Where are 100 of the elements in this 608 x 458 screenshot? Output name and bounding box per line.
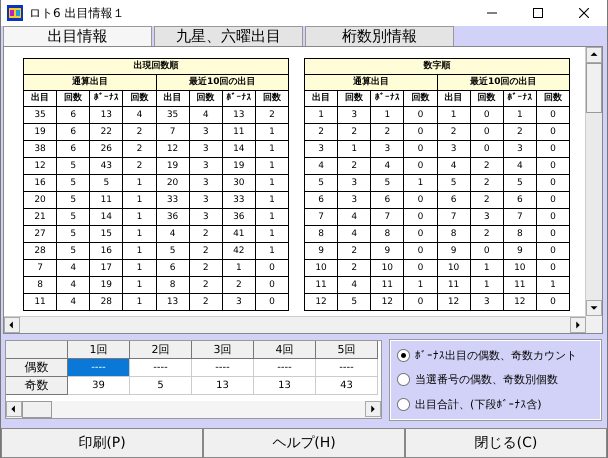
table-cell: 1 <box>255 124 288 140</box>
grid-cell[interactable]: 5 <box>130 377 192 395</box>
horizontal-scrollbar[interactable] <box>4 316 586 333</box>
table-cell: 11 <box>437 276 470 294</box>
table-cell: 10 <box>304 260 338 276</box>
radio-button[interactable] <box>397 348 410 362</box>
table-cell: 1 <box>255 192 288 208</box>
scroll-right-button[interactable] <box>570 317 586 333</box>
table-cell: 2 <box>503 124 536 140</box>
table-cell: 8 <box>304 226 338 242</box>
table-cell: 13 <box>156 294 190 310</box>
table-cell: 12 <box>304 294 338 310</box>
table-cell: 2 <box>470 192 504 208</box>
app-icon <box>7 5 23 21</box>
column-group-header: 最近10回の出目 <box>437 74 570 90</box>
table-cell: 0 <box>470 242 504 260</box>
scroll-right-button[interactable] <box>365 401 381 417</box>
action-button[interactable]: 印刷(P) <box>1 428 203 458</box>
table-cell: 28 <box>90 294 123 310</box>
radio-button[interactable] <box>397 398 410 412</box>
table-cell: 0 <box>470 140 504 158</box>
scroll-left-button[interactable] <box>6 401 22 417</box>
table-cell: 1 <box>470 276 504 294</box>
table-cell: 20 <box>24 192 57 208</box>
table-cell: 12 <box>156 140 190 158</box>
table-cell: 12 <box>370 294 404 310</box>
option-label: ﾎﾞｰﾅｽ出目の偶数、奇数カウント <box>415 348 577 363</box>
table-cell: 0 <box>536 174 570 192</box>
table-cell: 7 <box>437 208 470 226</box>
table-cell: 5 <box>56 208 90 226</box>
scroll-thumb[interactable] <box>22 401 52 418</box>
grid-cell[interactable]: ---- <box>192 359 254 377</box>
table-cell: 1 <box>122 260 156 276</box>
column-header: 回数 <box>56 90 90 106</box>
column-header: 回数 <box>255 90 288 106</box>
table-cell: 5 <box>56 174 90 192</box>
tab[interactable]: 桁数別情報 <box>305 26 454 46</box>
table-cell: 19 <box>156 158 190 174</box>
table-cell: 4 <box>503 158 536 174</box>
table-cell: 1 <box>122 294 156 310</box>
table-cell: 43 <box>90 158 123 174</box>
table-cell: 0 <box>404 106 437 124</box>
column-header: 出目 <box>304 90 338 106</box>
table-cell: 0 <box>255 294 288 310</box>
table-cell: 10 <box>437 260 470 276</box>
table-cell: 4 <box>338 208 371 226</box>
table-cell: 0 <box>404 260 437 276</box>
scroll-down-button[interactable] <box>586 300 602 316</box>
grid-cell[interactable]: ---- <box>254 359 316 377</box>
table-cell: 15 <box>90 226 123 242</box>
radio-button[interactable] <box>397 373 410 386</box>
grid-cell[interactable]: 13 <box>254 377 316 395</box>
grid-cell[interactable]: ---- <box>316 359 378 377</box>
table-cell: 1 <box>122 242 156 260</box>
table-cell: 1 <box>503 106 536 124</box>
table-cell: 19 <box>90 276 123 294</box>
table-cell: 5 <box>370 174 404 192</box>
grid-cell[interactable]: 13 <box>192 377 254 395</box>
scroll-left-button[interactable] <box>4 317 20 333</box>
horizontal-scrollbar[interactable] <box>6 401 381 418</box>
radio-option[interactable]: 出目合計、(下段ﾎﾞｰﾅｽ含) <box>397 397 594 412</box>
table-cell: 19 <box>222 158 256 174</box>
scroll-up-button[interactable] <box>586 47 602 63</box>
grid-cell[interactable]: 39 <box>68 377 130 395</box>
vertical-scrollbar[interactable] <box>585 47 602 316</box>
scroll-thumb[interactable] <box>586 63 602 113</box>
table-cell: 4 <box>56 294 90 310</box>
grid-cell[interactable]: ---- <box>68 359 130 377</box>
table-cell: 5 <box>156 242 190 260</box>
action-button[interactable]: 閉じる(C) <box>405 428 607 458</box>
table-cell: 0 <box>536 124 570 140</box>
tab[interactable]: 出目情報 <box>3 26 152 46</box>
table-cell: 0 <box>536 158 570 174</box>
table-cell: 0 <box>536 260 570 276</box>
table-cell: 2 <box>304 124 338 140</box>
column-header: 回数 <box>470 90 504 106</box>
grid-cell[interactable]: 43 <box>316 377 378 395</box>
table-cell: 0 <box>404 192 437 208</box>
column-header: ﾎﾞｰﾅｽ <box>503 90 536 106</box>
table-cell: 0 <box>404 208 437 226</box>
grid-cell[interactable]: ---- <box>130 359 192 377</box>
column-header: ﾎﾞｰﾅｽ <box>90 90 123 106</box>
table-cell: 27 <box>24 226 57 242</box>
table-cell: 3 <box>470 294 504 310</box>
table-cell: 35 <box>156 106 190 124</box>
table-cell: 4 <box>156 226 190 242</box>
radio-option[interactable]: 当選番号の偶数、奇数別個数 <box>397 372 594 388</box>
table-cell: 0 <box>536 192 570 208</box>
action-button[interactable]: ヘルプ(H) <box>203 428 405 458</box>
radio-option[interactable]: ﾎﾞｰﾅｽ出目の偶数、奇数カウント <box>397 348 594 363</box>
table-cell: 0 <box>255 276 288 294</box>
table-cell: 20 <box>156 174 190 192</box>
column-header: 4回 <box>254 341 316 359</box>
table-cell: 0 <box>404 294 437 310</box>
tab[interactable]: 九星、六曜出目 <box>154 26 303 46</box>
table-cell: 0 <box>536 208 570 226</box>
table-cell: 1 <box>255 226 288 242</box>
table-cell: 3 <box>189 140 222 158</box>
table-cell: 1 <box>122 192 156 208</box>
table-cell: 1 <box>255 208 288 226</box>
